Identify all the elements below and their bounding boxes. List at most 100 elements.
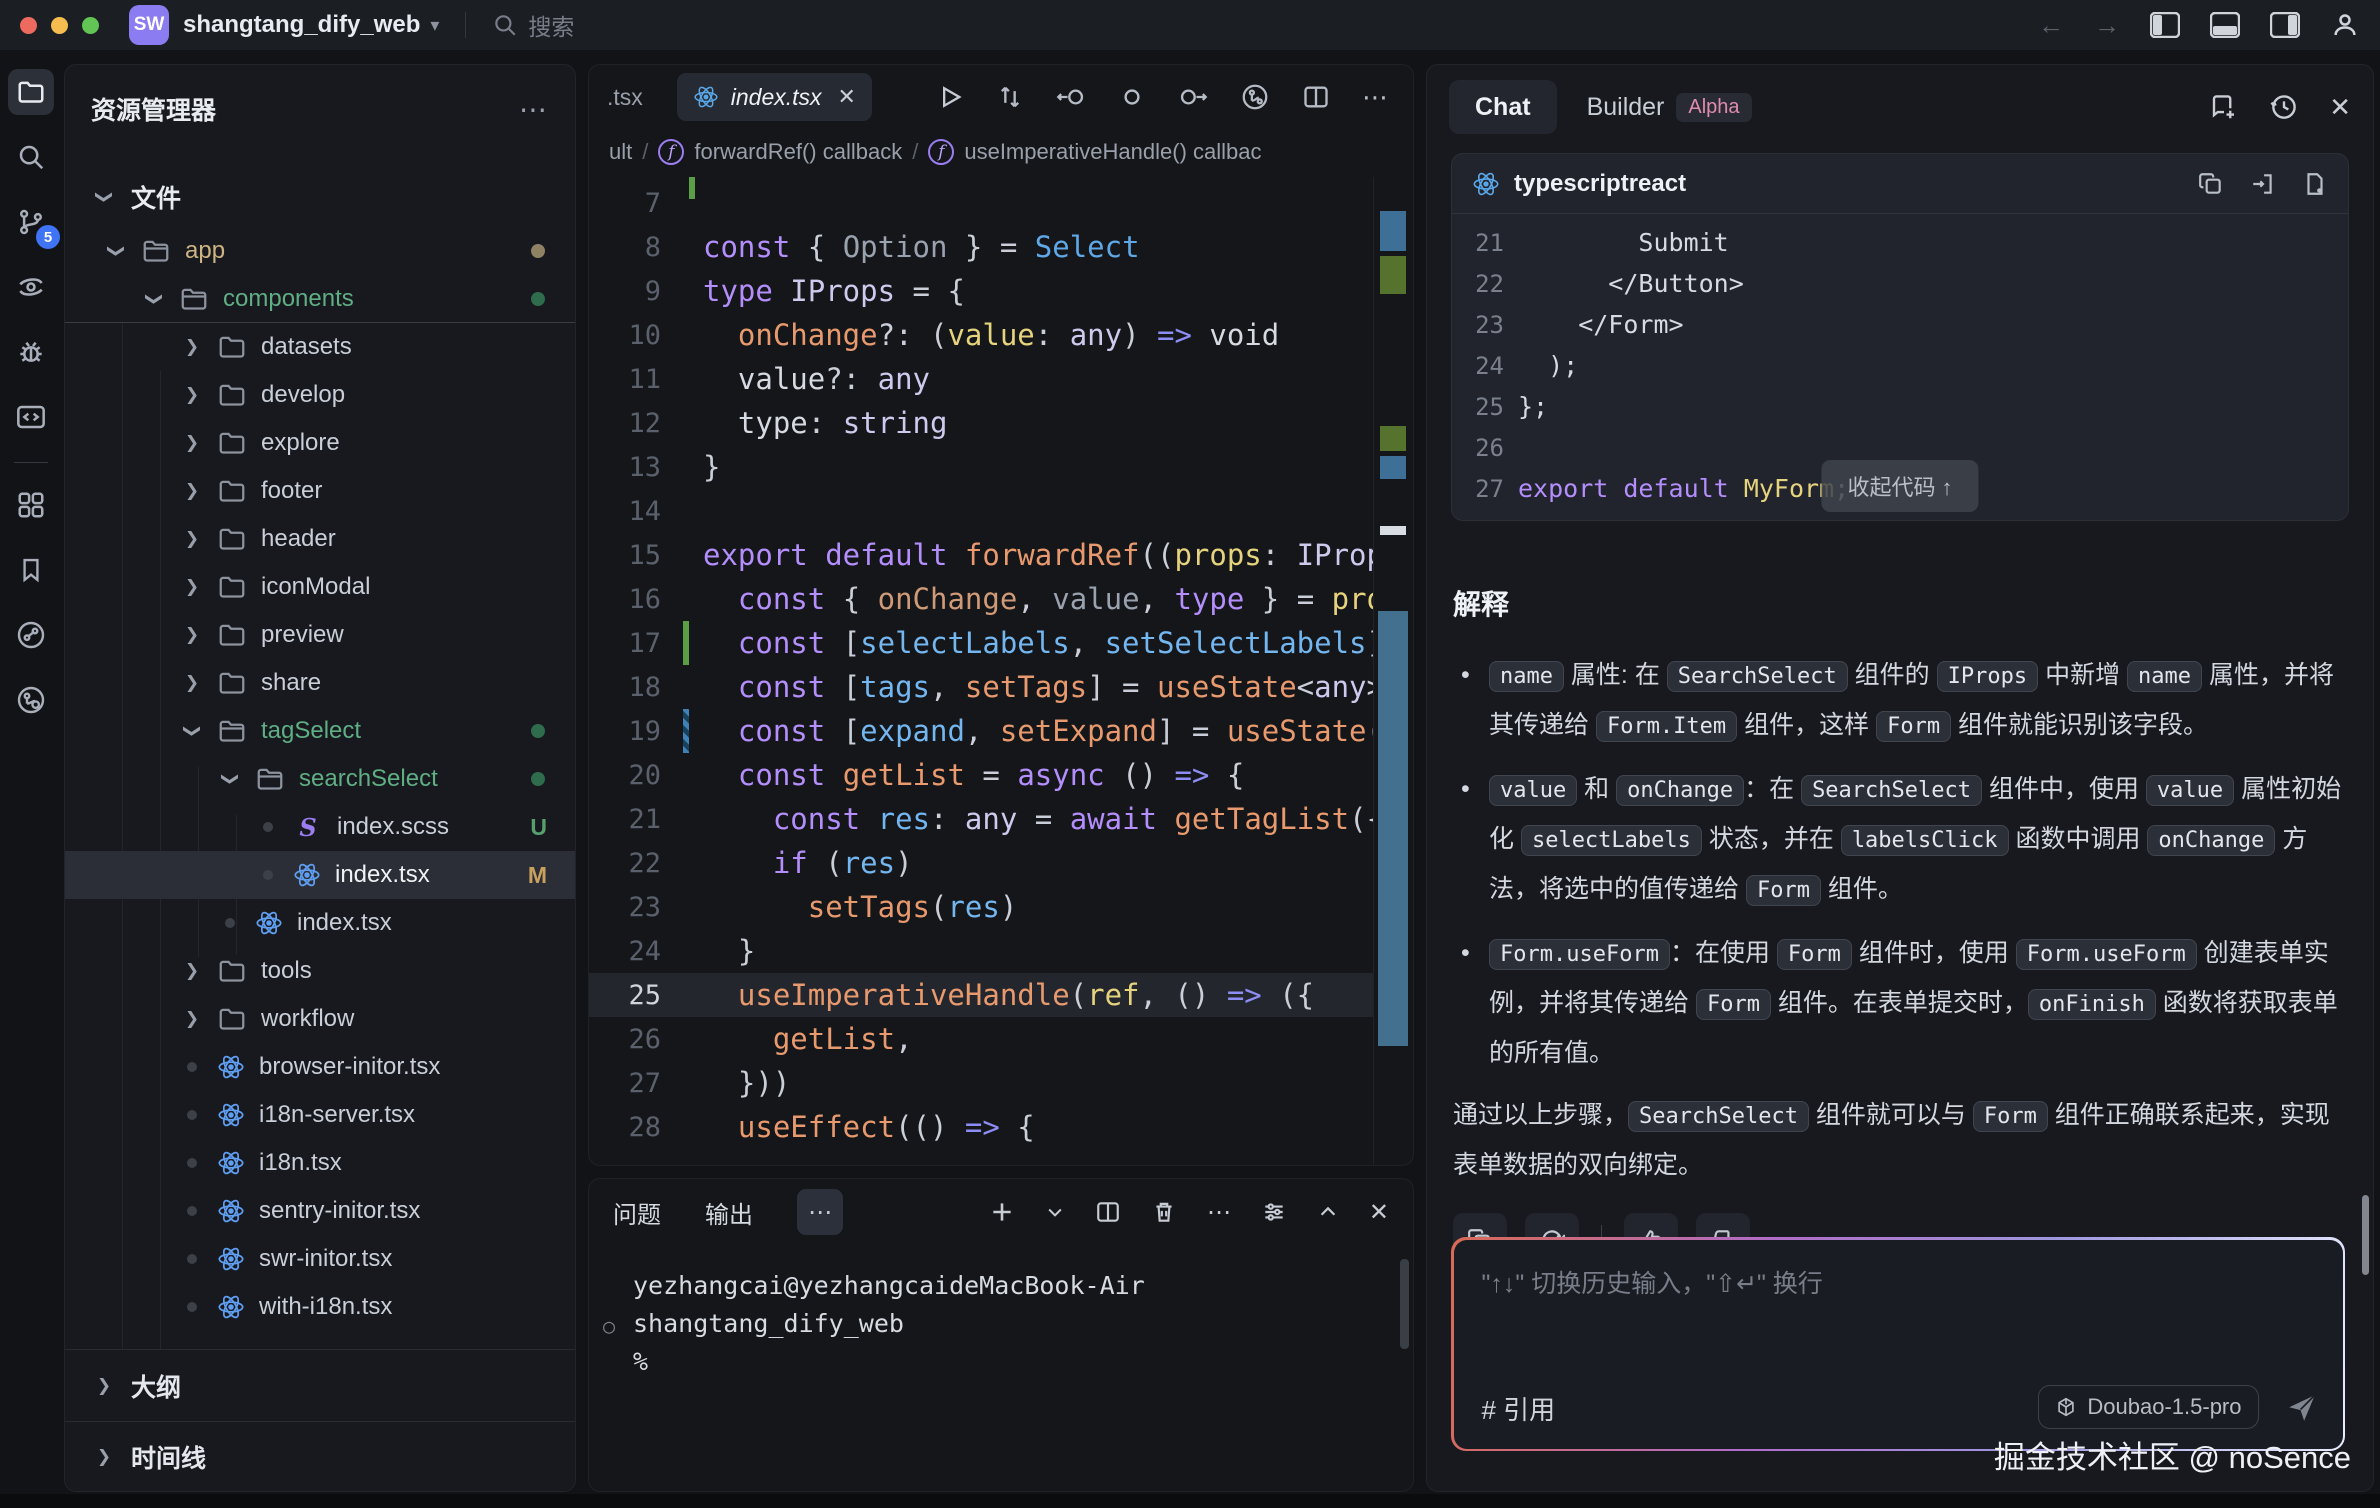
tree-item-share[interactable]: ❯share (65, 659, 575, 707)
remote-watch-icon[interactable] (8, 264, 54, 310)
create-file-icon[interactable] (2302, 171, 2328, 197)
tree-item-footer[interactable]: ❯footer (65, 467, 575, 515)
files-section-header[interactable]: ❯ 文件 (65, 173, 575, 221)
code-line-24[interactable]: 24 } (589, 929, 1373, 973)
tree-item-components[interactable]: ❯components (65, 275, 575, 323)
source-control-icon[interactable]: 5 (8, 199, 54, 245)
insert-code-icon[interactable] (2250, 171, 2276, 197)
breadcrumb-segment[interactable]: ult (609, 139, 632, 165)
code-line-7[interactable]: 7 (589, 181, 1373, 225)
compare-changes-icon[interactable] (996, 83, 1024, 111)
bookmark-icon[interactable] (8, 547, 54, 593)
code-line-21[interactable]: 21 Submit (1452, 222, 2348, 263)
new-chat-icon[interactable] (2209, 92, 2239, 122)
tree-item-develop[interactable]: ❯develop (65, 371, 575, 419)
code-line-8[interactable]: 8const { Option } = Select (589, 225, 1373, 269)
step-forward-icon[interactable] (1178, 83, 1208, 111)
code-line-23[interactable]: 23 </Form> (1452, 304, 2348, 345)
code-line-28[interactable]: 28 useEffect(() => { (589, 1105, 1373, 1149)
code-line-17[interactable]: 17 const [selectLabels, setSelectLabels]… (589, 621, 1373, 665)
code-line-27[interactable]: 27 })) (589, 1061, 1373, 1105)
collapse-code-button[interactable]: 收起代码 ↑ (1821, 460, 1978, 512)
code-line-25[interactable]: 25}; (1452, 386, 2348, 427)
minimize-window-button[interactable] (51, 17, 68, 34)
terminal-profile-dropdown-icon[interactable] (1045, 1202, 1065, 1222)
code-line-23[interactable]: 23 setTags(res) (589, 885, 1373, 929)
timeline-section[interactable]: ❯ 时间线 (65, 1421, 575, 1491)
code-line-10[interactable]: 10 onChange?: (value: any) => void (589, 313, 1373, 357)
git-settings-icon[interactable] (8, 677, 54, 723)
toggle-bottom-panel-icon[interactable] (2210, 12, 2240, 38)
scrollbar-thumb[interactable] (1378, 611, 1408, 1046)
extensions-icon[interactable] (8, 482, 54, 528)
tree-item-explore[interactable]: ❯explore (65, 419, 575, 467)
more-actions-icon[interactable]: ⋯ (519, 93, 549, 126)
tab-output[interactable]: 输出 (705, 1195, 753, 1230)
tab-problems[interactable]: 问题 (613, 1195, 661, 1230)
account-icon[interactable] (2330, 10, 2360, 40)
outline-section[interactable]: ❯ 大纲 (65, 1349, 575, 1421)
toggle-right-panel-icon[interactable] (2270, 12, 2300, 38)
more-actions-icon[interactable]: ⋯ (1207, 1198, 1231, 1227)
tree-item-tools[interactable]: ❯tools (65, 947, 575, 995)
close-panel-icon[interactable]: ✕ (1369, 1198, 1389, 1227)
chevron-down-icon[interactable]: ▾ (430, 15, 439, 36)
tree-item-swr-initor.tsx[interactable]: swr-initor.tsx (65, 1235, 575, 1283)
more-actions-icon[interactable]: ⋯ (1362, 82, 1388, 113)
terminal-settings-icon[interactable] (1261, 1199, 1287, 1225)
code-line-19[interactable]: 19 const [expand, setExpand] = useState(… (589, 709, 1373, 753)
code-line-18[interactable]: 18 const [tags, setTags] = useState<any>… (589, 665, 1373, 709)
tree-item-sentry-initor.tsx[interactable]: sentry-initor.tsx (65, 1187, 575, 1235)
code-editor[interactable]: 78const { Option } = Select9type IProps … (589, 177, 1373, 1165)
code-line-24[interactable]: 24 ); (1452, 345, 2348, 386)
tree-item-index.tsx[interactable]: index.tsx (65, 899, 575, 947)
code-line-14[interactable]: 14 (589, 489, 1373, 533)
run-icon[interactable] (936, 83, 964, 111)
send-icon[interactable] (2285, 1391, 2319, 1425)
code-line-20[interactable]: 20 const getList = async () => { (589, 753, 1373, 797)
navigate-back-icon[interactable]: ← (2038, 10, 2064, 41)
overview-ruler[interactable] (1373, 177, 1413, 1165)
tree-item-header[interactable]: ❯header (65, 515, 575, 563)
debug-icon[interactable] (8, 329, 54, 375)
tab-chat[interactable]: Chat (1449, 80, 1557, 134)
tree-item-browser-initor.tsx[interactable]: browser-initor.tsx (65, 1043, 575, 1091)
code-line-9[interactable]: 9type IProps = { (589, 269, 1373, 313)
search-input[interactable]: 搜索 (492, 8, 574, 42)
reference-button[interactable]: # 引用 (1482, 1390, 1556, 1427)
scrollbar-thumb[interactable] (2362, 1195, 2369, 1275)
code-line-26[interactable]: 26 getList, (589, 1017, 1373, 1061)
kill-terminal-icon[interactable] (1151, 1199, 1177, 1225)
code-line-22[interactable]: 22 if (res) (589, 841, 1373, 885)
breadcrumb-segment[interactable]: forwardRef() callback (694, 139, 902, 165)
terminal-output[interactable]: yezhangcai@yezhangcaideMacBook-Air shang… (589, 1245, 1413, 1381)
step-back-icon[interactable] (1056, 83, 1086, 111)
explorer-icon[interactable] (8, 69, 54, 115)
tree-item-app[interactable]: ❯app (65, 227, 575, 275)
code-line-22[interactable]: 22 </Button> (1452, 263, 2348, 304)
scrollbar-thumb[interactable] (1400, 1259, 1409, 1349)
tree-item-datasets[interactable]: ❯datasets (65, 323, 575, 371)
toggle-left-panel-icon[interactable] (2150, 12, 2180, 38)
code-line-16[interactable]: 16 const { onChange, value, type } = pro… (589, 577, 1373, 621)
tree-item-tagSelect[interactable]: ❯tagSelect (65, 707, 575, 755)
run-config-icon[interactable] (1240, 82, 1270, 112)
split-terminal-icon[interactable] (1095, 1199, 1121, 1225)
tab-builder[interactable]: Builder Alpha (1587, 93, 1752, 122)
close-panel-icon[interactable]: ✕ (2329, 92, 2351, 123)
breakpoint-icon[interactable] (1118, 83, 1146, 111)
split-editor-icon[interactable] (1302, 83, 1330, 111)
code-line-25[interactable]: 25 useImperativeHandle(ref, () => ({ (589, 973, 1373, 1017)
tree-item-with-i18n.tsx[interactable]: with-i18n.tsx (65, 1283, 575, 1331)
code-line-11[interactable]: 11 value?: any (589, 357, 1373, 401)
breadcrumb[interactable]: ult / f forwardRef() callback / f useImp… (589, 129, 1413, 175)
copy-code-icon[interactable] (2198, 171, 2224, 197)
close-tab-icon[interactable]: ✕ (838, 84, 856, 110)
tree-item-preview[interactable]: ❯preview (65, 611, 575, 659)
terminal-icon[interactable] (8, 394, 54, 440)
tree-item-index.scss[interactable]: Sindex.scssU (65, 803, 575, 851)
close-window-button[interactable] (20, 17, 37, 34)
search-sidebar-icon[interactable] (8, 134, 54, 180)
tree-item-i18n-server.tsx[interactable]: i18n-server.tsx (65, 1091, 575, 1139)
zoom-window-button[interactable] (82, 17, 99, 34)
